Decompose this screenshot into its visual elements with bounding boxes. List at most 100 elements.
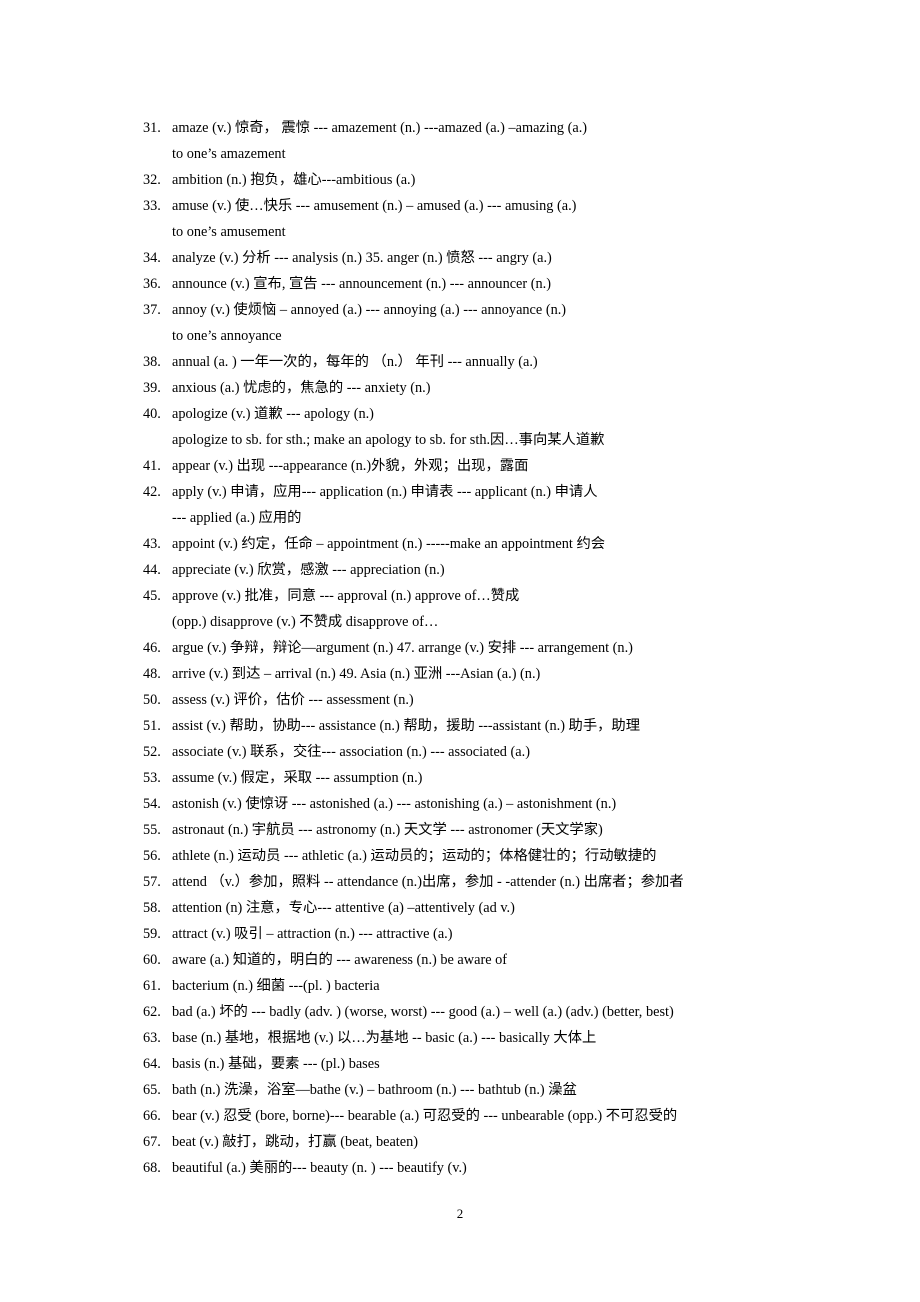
vocabulary-entry: 32. ambition (n.) 抱负，雄心---ambitious (a.) (143, 167, 782, 193)
entry-number: 58. (143, 900, 161, 916)
entry-continuation-text: apologize to sb. for sth.; make an apolo… (172, 432, 605, 448)
vocabulary-entry: 39. anxious (a.) 忧虑的，焦急的 --- anxiety (n.) (143, 375, 782, 401)
entry-text: associate (v.) 联系，交往--- association (n.)… (172, 744, 530, 760)
entry-text: appoint (v.) 约定，任命 – appointment (n.) --… (172, 536, 606, 552)
entry-number: 54. (143, 796, 161, 812)
entry-text: amaze (v.) 惊奇， 震惊 --- amazement (n.) ---… (172, 120, 588, 136)
entry-number: 31. (143, 120, 161, 136)
entry-text: arrive (v.) 到达 – arrival (n.) 49. Asia (… (172, 666, 541, 682)
entry-continuation-text: to one’s amazement (172, 146, 286, 162)
vocabulary-entry: 53. assume (v.) 假定，采取 --- assumption (n.) (143, 765, 782, 791)
vocabulary-entry: 62. bad (a.) 坏的 --- badly (adv. ) (worse,… (143, 999, 782, 1025)
entry-text: argue (v.) 争辩，辩论—argument (n.) 47. arran… (172, 640, 633, 656)
vocabulary-entry: 40. apologize (v.) 道歉 --- apology (n.) apo… (143, 401, 782, 453)
vocabulary-entry: 43. appoint (v.) 约定，任命 – appointment (n.)… (143, 531, 782, 557)
entry-text: appear (v.) 出现 ---appearance (n.)外貌，外观；出… (172, 458, 529, 474)
entry-number: 60. (143, 952, 161, 968)
entry-number: 44. (143, 562, 161, 578)
vocabulary-entry: 33. amuse (v.) 使…快乐 --- amusement (n.) – … (143, 193, 782, 245)
entry-number: 41. (143, 458, 161, 474)
entry-number: 42. (143, 484, 161, 500)
entry-text: attract (v.) 吸引 – attraction (n.) --- at… (172, 926, 453, 942)
vocabulary-entry: 31. amaze (v.) 惊奇， 震惊 --- amazement (n.) … (143, 115, 782, 167)
entry-text: bacterium (n.) 细菌 ---(pl. ) bacteria (172, 978, 380, 994)
entry-number: 43. (143, 536, 161, 552)
entry-continuation-text: to one’s amusement (172, 224, 286, 240)
entry-text: anxious (a.) 忧虑的，焦急的 --- anxiety (n.) (172, 380, 431, 396)
entry-number: 50. (143, 692, 161, 708)
entry-text: annoy (v.) 使烦恼 – annoyed (a.) --- annoyi… (172, 302, 567, 318)
entry-number: 46. (143, 640, 161, 656)
vocabulary-entry: 50. assess (v.) 评价，估价 --- assessment (n.) (143, 687, 782, 713)
vocabulary-entry: 44. appreciate (v.) 欣赏，感激 --- appreciatio… (143, 557, 782, 583)
vocabulary-entry: 55. astronaut (n.) 宇航员 --- astronomy (n.)… (143, 817, 782, 843)
entry-number: 48. (143, 666, 161, 682)
vocabulary-entry: 59. attract (v.) 吸引 – attraction (n.) ---… (143, 921, 782, 947)
entry-number: 51. (143, 718, 161, 734)
entry-text: bath (n.) 洗澡，浴室—bathe (v.) – bathroom (n… (172, 1082, 577, 1098)
vocabulary-entry: 38. annual (a. ) 一年一次的，每年的 （n.） 年刊 --- an… (143, 349, 782, 375)
vocabulary-entry: 61. bacterium (n.) 细菌 ---(pl. ) bacteria (143, 973, 782, 999)
entry-number: 57. (143, 874, 161, 890)
entry-number: 52. (143, 744, 161, 760)
entry-text: beautiful (a.) 美丽的--- beauty (n. ) --- b… (172, 1160, 467, 1176)
page-number: 2 (456, 1206, 464, 1221)
entry-number: 33. (143, 198, 161, 214)
vocabulary-entry: 34. analyze (v.) 分析 --- analysis (n.) 35.… (143, 245, 782, 271)
entry-number: 39. (143, 380, 161, 396)
entry-number: 62. (143, 1004, 161, 1020)
entry-text: assist (v.) 帮助，协助--- assistance (n.) 帮助，… (172, 718, 641, 734)
entry-text: assess (v.) 评价，估价 --- assessment (n.) (172, 692, 414, 708)
vocabulary-entry: 46. argue (v.) 争辩，辩论—argument (n.) 47. ar… (143, 635, 782, 661)
vocabulary-entry: 63. base (n.) 基地，根据地 (v.) 以…为基地 -- basic … (143, 1025, 782, 1051)
entry-text: astonish (v.) 使惊讶 --- astonished (a.) --… (172, 796, 617, 812)
entry-number: 61. (143, 978, 161, 994)
entry-number: 45. (143, 588, 161, 604)
entry-text: assume (v.) 假定，采取 --- assumption (n.) (172, 770, 423, 786)
vocabulary-entry: 58. attention (n) 注意，专心--- attentive (a) … (143, 895, 782, 921)
entry-number: 64. (143, 1056, 161, 1072)
entry-continuation-text: (opp.) disapprove (v.) 不赞成 disapprove of… (172, 614, 439, 630)
vocabulary-entry: 36. announce (v.) 宣布, 宣告 --- announcement… (143, 271, 782, 297)
entry-text: bad (a.) 坏的 --- badly (adv. ) (worse, wo… (172, 1004, 674, 1020)
entry-text: attend （v.）参加，照料 -- attendance (n.)出席，参加… (172, 874, 684, 890)
vocabulary-entry: 48. arrive (v.) 到达 – arrival (n.) 49. Asi… (143, 661, 782, 687)
vocabulary-entry: 57. attend （v.）参加，照料 -- attendance (n.)出席… (143, 869, 782, 895)
entry-text: annual (a. ) 一年一次的，每年的 （n.） 年刊 --- annua… (172, 354, 538, 370)
entry-text: appreciate (v.) 欣赏，感激 --- appreciation (… (172, 562, 445, 578)
vocabulary-entry: 54. astonish (v.) 使惊讶 --- astonished (a.)… (143, 791, 782, 817)
entry-text: beat (v.) 敲打，跳动，打赢 (beat, beaten) (172, 1134, 419, 1150)
vocabulary-entry: 52. associate (v.) 联系，交往--- association (… (143, 739, 782, 765)
vocabulary-entry: 42. apply (v.) 申请，应用--- application (n.) … (143, 479, 782, 531)
vocabulary-entry: 56. athlete (n.) 运动员 --- athletic (a.) 运动… (143, 843, 782, 869)
entry-continuation-text: --- applied (a.) 应用的 (172, 510, 302, 526)
entry-number: 40. (143, 406, 161, 422)
vocabulary-entry: 41. appear (v.) 出现 ---appearance (n.)外貌，外… (143, 453, 782, 479)
vocabulary-entry: 51. assist (v.) 帮助，协助--- assistance (n.) … (143, 713, 782, 739)
vocabulary-entry: 66. bear (v.) 忍受 (bore, borne)--- bearabl… (143, 1103, 782, 1129)
entry-number: 34. (143, 250, 161, 266)
entry-number: 67. (143, 1134, 161, 1150)
vocabulary-entry-list: 31. amaze (v.) 惊奇， 震惊 --- amazement (n.) … (143, 115, 782, 1181)
entry-text: basis (n.) 基础，要素 --- (pl.) bases (172, 1056, 380, 1072)
entry-text: announce (v.) 宣布, 宣告 --- announcement (n… (172, 276, 551, 292)
entry-number: 63. (143, 1030, 161, 1046)
entry-text: aware (a.) 知道的，明白的 --- awareness (n.) be… (172, 952, 508, 968)
vocabulary-entry: 64. basis (n.) 基础，要素 --- (pl.) bases (143, 1051, 782, 1077)
entry-number: 37. (143, 302, 161, 318)
vocabulary-entry: 68. beautiful (a.) 美丽的--- beauty (n. ) --… (143, 1155, 782, 1181)
entry-number: 56. (143, 848, 161, 864)
vocabulary-entry: 60. aware (a.) 知道的，明白的 --- awareness (n.)… (143, 947, 782, 973)
entry-text: base (n.) 基地，根据地 (v.) 以…为基地 -- basic (a.… (172, 1030, 597, 1046)
entry-text: analyze (v.) 分析 --- analysis (n.) 35. an… (172, 250, 552, 266)
entry-number: 66. (143, 1108, 161, 1124)
entry-continuation-text: to one’s annoyance (172, 328, 282, 344)
entry-text: apologize (v.) 道歉 --- apology (n.) (172, 406, 374, 422)
document-page: 31. amaze (v.) 惊奇， 震惊 --- amazement (n.) … (0, 0, 920, 1302)
entry-number: 65. (143, 1082, 161, 1098)
entry-number: 59. (143, 926, 161, 942)
entry-number: 55. (143, 822, 161, 838)
entry-number: 53. (143, 770, 161, 786)
entry-text: attention (n) 注意，专心--- attentive (a) –at… (172, 900, 515, 916)
entry-number: 32. (143, 172, 161, 188)
